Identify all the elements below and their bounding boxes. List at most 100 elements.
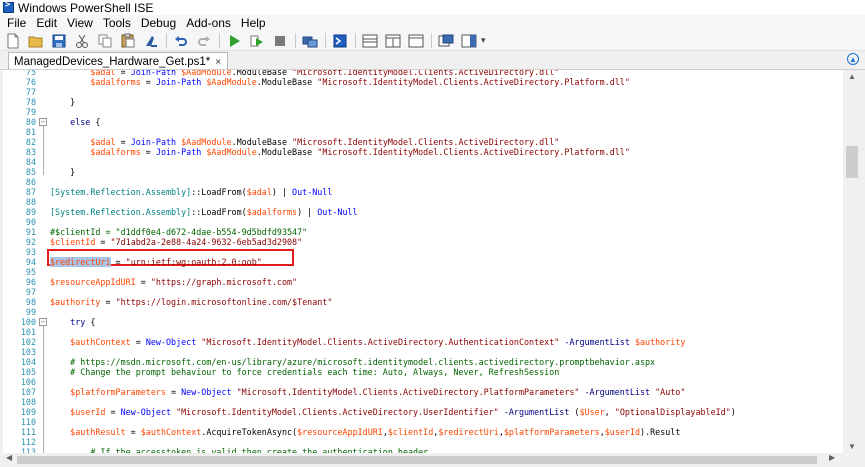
code-token: $AadModule: [206, 77, 257, 87]
stop-icon[interactable]: [272, 33, 288, 49]
start-powershell-icon[interactable]: [332, 33, 348, 49]
code-line[interactable]: 76 $adalforms = Join-Path $AadModule.Mod…: [3, 77, 843, 87]
line-number: 94: [25, 257, 36, 267]
code-token: $AadModule: [181, 137, 232, 147]
clear-console-icon[interactable]: [143, 33, 159, 49]
code-token: -ArgumentList: [503, 407, 570, 417]
code-line[interactable]: 104 # https://msdn.microsoft.com/en-us/l…: [3, 357, 843, 367]
tab-script[interactable]: ManagedDevices_Hardware_Get.ps1* ×: [8, 52, 229, 69]
menu-tools[interactable]: Tools: [98, 16, 136, 30]
collapse-script-pane-icon[interactable]: ▲: [847, 53, 859, 65]
show-script-pane-top-icon[interactable]: [362, 33, 378, 49]
scroll-up-icon[interactable]: ▲: [848, 72, 856, 81]
code-line[interactable]: 91 #$clientId = "d1ddf0e4-d672-4dae-b554-…: [3, 227, 843, 237]
code-line[interactable]: 96 $resourceAppIdURI = "https://graph.mic…: [3, 277, 843, 287]
menu-file[interactable]: File: [2, 16, 31, 30]
code-token: # https://msdn.microsoft.com/en-us/libra…: [70, 357, 656, 367]
open-folder-icon[interactable]: [28, 33, 44, 49]
code-line[interactable]: 88: [3, 197, 843, 207]
code-line[interactable]: 97: [3, 287, 843, 297]
code-line[interactable]: 89 [System.Reflection.Assembly]::LoadFrom…: [3, 207, 843, 217]
code-token: $adalforms: [90, 147, 141, 157]
save-icon[interactable]: [51, 33, 67, 49]
new-remote-tab-icon[interactable]: [302, 33, 318, 49]
new-file-icon[interactable]: [5, 33, 21, 49]
run-script-icon[interactable]: [226, 33, 242, 49]
code-line[interactable]: 80− else {: [3, 117, 843, 127]
code-line[interactable]: 110: [3, 417, 843, 427]
code-line[interactable]: 93: [3, 247, 843, 257]
code-line[interactable]: 98 $authority = "https://login.microsofto…: [3, 297, 843, 307]
code-line[interactable]: 101: [3, 327, 843, 337]
redo-icon[interactable]: [196, 33, 212, 49]
menu-add-ons[interactable]: Add-ons: [181, 16, 236, 30]
code-line[interactable]: 79: [3, 107, 843, 117]
line-number: 92: [25, 237, 36, 247]
show-script-pane-max-icon[interactable]: [408, 33, 424, 49]
code-token: $platformParameters: [70, 387, 166, 397]
menu-help[interactable]: Help: [236, 16, 271, 30]
code-token: "Microsoft.IdentityModel.Clients.ActiveD…: [317, 147, 630, 157]
show-command-window-icon[interactable]: [438, 33, 454, 49]
fold-toggle-icon[interactable]: −: [39, 118, 47, 126]
vertical-scroll-thumb[interactable]: [846, 146, 858, 178]
toolbar-overflow-icon[interactable]: ▾: [481, 35, 486, 46]
code-line[interactable]: 102 $authContext = New-Object "Microsoft…: [3, 337, 843, 347]
code-token: $platformParameters: [503, 427, 600, 437]
show-command-addon-icon[interactable]: [461, 33, 477, 49]
code-line[interactable]: 83 $adalforms = Join-Path $AadModule.Mod…: [3, 147, 843, 157]
code-line[interactable]: 112: [3, 437, 843, 447]
code-line[interactable]: 82 $adal = Join-Path $AadModule.ModuleBa…: [3, 137, 843, 147]
code-line[interactable]: 75 $adal = Join-Path $AadModule.ModuleBa…: [3, 70, 843, 77]
menu-edit[interactable]: Edit: [31, 16, 62, 30]
undo-icon[interactable]: [173, 33, 189, 49]
horizontal-scrollbar[interactable]: ◀ ▶: [3, 453, 843, 467]
code-token: =: [95, 237, 111, 247]
code-line[interactable]: 78 }: [3, 97, 843, 107]
vertical-scrollbar[interactable]: ▲ ▼: [844, 70, 861, 453]
code-line[interactable]: 90: [3, 217, 843, 227]
code-line[interactable]: 81: [3, 127, 843, 137]
code-line[interactable]: 106: [3, 377, 843, 387]
paste-icon[interactable]: [120, 33, 136, 49]
code-line[interactable]: 92 $clientId = "7d1abd2a-2e88-4a24-9632-6…: [3, 237, 843, 247]
close-icon[interactable]: ×: [215, 57, 221, 68]
code-token: =: [110, 257, 126, 267]
code-line[interactable]: 85 }: [3, 167, 843, 177]
code-token: =: [115, 70, 131, 77]
code-line[interactable]: 107 $platformParameters = New-Object "Mi…: [3, 387, 843, 397]
code-token: {: [90, 117, 101, 127]
scroll-down-icon[interactable]: ▼: [848, 442, 856, 451]
toolbar-separator: [166, 33, 167, 48]
code-line[interactable]: 99: [3, 307, 843, 317]
code-line[interactable]: 77: [3, 87, 843, 97]
scroll-left-icon[interactable]: ◀: [6, 453, 12, 462]
code-line[interactable]: 86: [3, 177, 843, 187]
show-script-pane-right-icon[interactable]: [385, 33, 401, 49]
line-number: 108: [20, 397, 36, 407]
code-line[interactable]: 95: [3, 267, 843, 277]
code-token: "Microsoft.IdentityModel.Clients.ActiveD…: [292, 137, 560, 147]
cut-icon[interactable]: [74, 33, 90, 49]
line-number: 99: [25, 307, 36, 317]
code-editor[interactable]: 75 $adal = Join-Path $AadModule.ModuleBa…: [3, 70, 843, 453]
code-line[interactable]: 109 $userId = New-Object "Microsoft.Iden…: [3, 407, 843, 417]
code-line[interactable]: 111 $authResult = $authContext.AcquireTo…: [3, 427, 843, 437]
code-token: else: [70, 117, 91, 127]
run-selection-icon[interactable]: [249, 33, 265, 49]
code-line[interactable]: 84: [3, 157, 843, 167]
code-line[interactable]: 87 [System.Reflection.Assembly]::LoadFrom…: [3, 187, 843, 197]
code-token: "https://graph.microsoft.com": [150, 277, 298, 287]
code-line[interactable]: 108: [3, 397, 843, 407]
horizontal-scroll-thumb[interactable]: [17, 456, 817, 464]
fold-toggle-icon[interactable]: −: [39, 318, 47, 326]
scroll-right-icon[interactable]: ▶: [829, 453, 835, 462]
code-line[interactable]: 103: [3, 347, 843, 357]
menu-debug[interactable]: Debug: [136, 16, 181, 30]
code-token: Out-Null: [317, 207, 358, 217]
copy-icon[interactable]: [97, 33, 113, 49]
code-line[interactable]: 100− try {: [3, 317, 843, 327]
menu-view[interactable]: View: [62, 16, 98, 30]
code-line[interactable]: 105 # Change the prompt behaviour to for…: [3, 367, 843, 377]
code-line[interactable]: 94 $redirectUri = "urn:ietf:wg:oauth:2.0:…: [3, 257, 843, 267]
